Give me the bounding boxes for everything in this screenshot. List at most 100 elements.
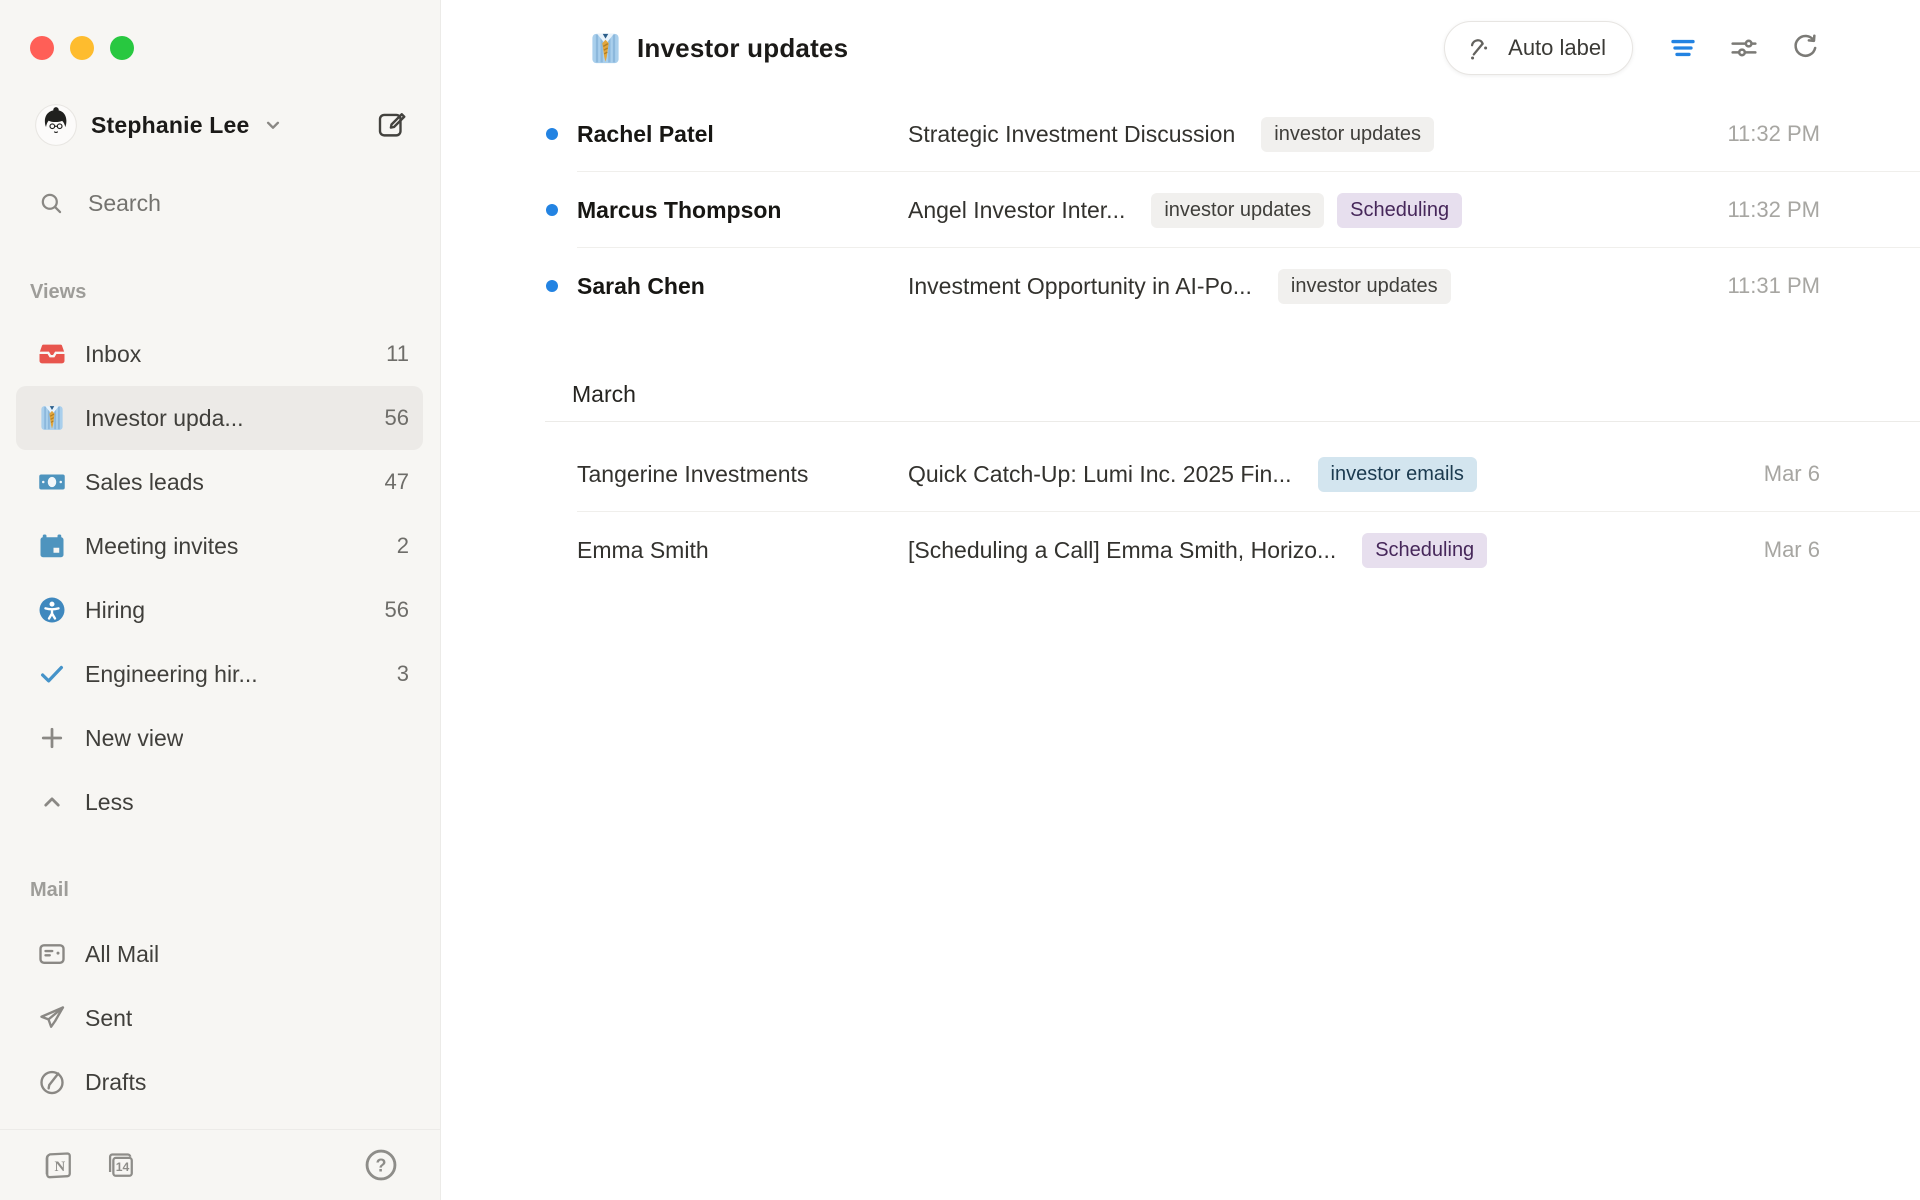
app-window: Stephanie Lee Search Views Inbox 11 Inve… <box>0 0 1920 1200</box>
plus-icon <box>37 723 67 753</box>
group-gap <box>441 422 1920 436</box>
label-badge[interactable]: Scheduling <box>1362 533 1487 568</box>
unread-dot-icon <box>546 280 558 292</box>
sidebar-item-count: 56 <box>385 597 409 623</box>
necktie-icon <box>587 30 624 67</box>
chevron-down-icon <box>260 112 286 138</box>
compose-icon[interactable] <box>376 110 406 140</box>
checkmark-icon <box>37 659 67 689</box>
search-input[interactable]: Search <box>0 182 440 224</box>
sidebar-item-label: Sales leads <box>85 469 204 496</box>
sliders-icon[interactable] <box>1728 32 1760 64</box>
email-row[interactable]: Emma Smith [Scheduling a Call] Emma Smit… <box>441 512 1920 588</box>
calendar-icon <box>37 531 67 561</box>
label-badge[interactable]: investor updates <box>1151 193 1324 228</box>
sidebar-item-label: New view <box>85 725 183 752</box>
email-time: Mar 6 <box>1744 537 1820 563</box>
necktie-icon <box>37 403 67 433</box>
sidebar-item-label: Engineering hir... <box>85 661 258 688</box>
label-badge[interactable]: investor updates <box>1261 117 1434 152</box>
email-sender: Marcus Thompson <box>577 197 908 224</box>
user-name: Stephanie Lee <box>91 112 250 139</box>
svg-text:14: 14 <box>116 1160 130 1174</box>
email-row[interactable]: Rachel Patel Strategic Investment Discus… <box>441 96 1920 172</box>
sidebar-item-sales-leads[interactable]: Sales leads 47 <box>16 450 423 514</box>
sidebar-item-inbox[interactable]: Inbox 11 <box>16 322 423 386</box>
chevron-up-icon <box>37 787 67 817</box>
sidebar-item-label: Meeting invites <box>85 533 238 560</box>
sidebar-item-count: 3 <box>397 661 409 687</box>
sidebar-item-label: Drafts <box>85 1069 146 1096</box>
views-section-label: Views <box>0 278 440 306</box>
email-subject: Strategic Investment Discussion <box>908 121 1235 148</box>
close-window-button[interactable] <box>30 36 54 60</box>
filter-icon[interactable] <box>1667 32 1699 64</box>
sidebar-item-count: 47 <box>385 469 409 495</box>
auto-label-button[interactable]: Auto label <box>1444 21 1633 75</box>
views-list: Inbox 11 Investor upda... 56 Sales leads… <box>0 322 440 834</box>
mail-section-label: Mail <box>0 876 440 904</box>
email-time: 11:31 PM <box>1707 273 1820 299</box>
email-sender: Rachel Patel <box>577 121 908 148</box>
person-circle-icon <box>37 595 67 625</box>
sidebar-item-label: Investor upda... <box>85 405 244 432</box>
auto-label-button-label: Auto label <box>1508 35 1606 61</box>
main-content: Investor updates Auto label Rachel Patel… <box>441 0 1920 1200</box>
email-badges: investor updates Scheduling <box>1151 193 1462 228</box>
email-time: Mar 6 <box>1744 461 1820 487</box>
sidebar-item-sent[interactable]: Sent <box>16 986 423 1050</box>
notion-logo-icon[interactable]: N <box>40 1148 74 1182</box>
mail-list: All Mail Sent Drafts <box>0 922 440 1114</box>
sidebar-item-count: 2 <box>397 533 409 559</box>
less-button[interactable]: Less <box>16 770 423 834</box>
sidebar-item-engineering-hiring[interactable]: Engineering hir... 3 <box>16 642 423 706</box>
svg-text:?: ? <box>376 1155 387 1175</box>
unread-dot-icon <box>546 204 558 216</box>
email-row[interactable]: Marcus Thompson Angel Investor Inter... … <box>441 172 1920 248</box>
notion-calendar-icon[interactable]: 14 <box>104 1148 138 1182</box>
email-subject: Angel Investor Inter... <box>908 197 1125 224</box>
refresh-icon[interactable] <box>1789 32 1821 64</box>
sidebar-item-all-mail[interactable]: All Mail <box>16 922 423 986</box>
search-label: Search <box>88 190 161 217</box>
label-badge[interactable]: Scheduling <box>1337 193 1462 228</box>
date-group-header: March <box>441 360 1920 422</box>
sidebar: Stephanie Lee Search Views Inbox 11 Inve… <box>0 0 441 1200</box>
sidebar-item-label: All Mail <box>85 941 159 968</box>
auto-label-icon <box>1467 34 1496 63</box>
search-icon <box>38 190 65 217</box>
email-time: 11:32 PM <box>1707 197 1820 223</box>
label-badge[interactable]: investor updates <box>1278 269 1451 304</box>
sidebar-item-count: 11 <box>386 341 409 367</box>
new-view-button[interactable]: New view <box>16 706 423 770</box>
email-badges: Scheduling <box>1362 533 1487 568</box>
email-subject: [Scheduling a Call] Emma Smith, Horizo..… <box>908 537 1336 564</box>
email-subject: Investment Opportunity in AI-Po... <box>908 273 1252 300</box>
sidebar-item-drafts[interactable]: Drafts <box>16 1050 423 1114</box>
sidebar-item-investor-updates[interactable]: Investor upda... 56 <box>16 386 423 450</box>
banknote-icon <box>37 467 67 497</box>
sidebar-item-label: Hiring <box>85 597 145 624</box>
sidebar-item-label: Less <box>85 789 134 816</box>
zoom-window-button[interactable] <box>110 36 134 60</box>
email-badges: investor updates <box>1261 117 1434 152</box>
label-badge[interactable]: investor emails <box>1318 457 1477 492</box>
sidebar-item-meeting-invites[interactable]: Meeting invites 2 <box>16 514 423 578</box>
email-list: Rachel Patel Strategic Investment Discus… <box>441 96 1920 588</box>
inbox-icon <box>37 339 67 369</box>
unread-dot-icon <box>546 128 558 140</box>
email-badges: investor emails <box>1318 457 1477 492</box>
window-controls <box>0 0 440 60</box>
email-row[interactable]: Sarah Chen Investment Opportunity in AI-… <box>441 248 1920 324</box>
mail-icon <box>37 939 67 969</box>
sidebar-item-label: Sent <box>85 1005 132 1032</box>
minimize-window-button[interactable] <box>70 36 94 60</box>
email-badges: investor updates <box>1278 269 1451 304</box>
email-sender: Sarah Chen <box>577 273 908 300</box>
email-row[interactable]: Tangerine Investments Quick Catch-Up: Lu… <box>441 436 1920 512</box>
email-time: 11:32 PM <box>1707 121 1820 147</box>
sidebar-item-hiring[interactable]: Hiring 56 <box>16 578 423 642</box>
account-switcher[interactable]: Stephanie Lee <box>0 103 440 147</box>
sidebar-item-count: 56 <box>385 405 409 431</box>
help-icon[interactable]: ? <box>363 1147 399 1183</box>
